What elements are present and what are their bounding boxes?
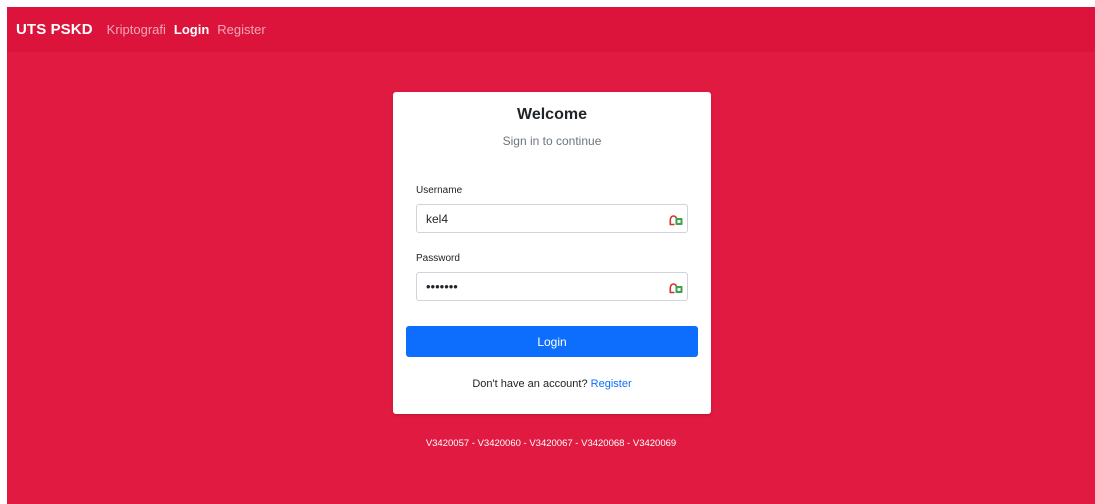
student-ids-footer: V3420057 - V3420060 - V3420067 - V342006… [425, 438, 677, 449]
nav-link-login[interactable]: Login [174, 22, 209, 37]
password-label: Password [416, 253, 460, 264]
password-field-wrapper [416, 272, 688, 301]
password-manager-icon[interactable] [668, 280, 684, 294]
username-field-wrapper [416, 204, 688, 233]
username-label: Username [416, 185, 463, 196]
login-card: Welcome Sign in to continue Username Pas… [393, 92, 711, 414]
nav-link-register[interactable]: Register [217, 22, 265, 37]
register-prompt-line: Don't have an account? Register [393, 378, 711, 390]
page-background: UTS PSKD Kriptografi Login Register Welc… [7, 7, 1095, 504]
username-input[interactable] [417, 205, 666, 232]
nav-link-kriptografi[interactable]: Kriptografi [107, 22, 166, 37]
register-link[interactable]: Register [591, 378, 632, 390]
top-navbar: UTS PSKD Kriptografi Login Register [7, 7, 1095, 52]
register-prompt-text: Don't have an account? [472, 378, 588, 390]
card-subtitle: Sign in to continue [502, 134, 602, 148]
password-manager-icon[interactable] [668, 212, 684, 226]
login-button[interactable]: Login [406, 326, 698, 357]
card-title: Welcome [517, 106, 587, 123]
brand-link[interactable]: UTS PSKD [16, 21, 93, 38]
password-input[interactable] [417, 273, 666, 300]
